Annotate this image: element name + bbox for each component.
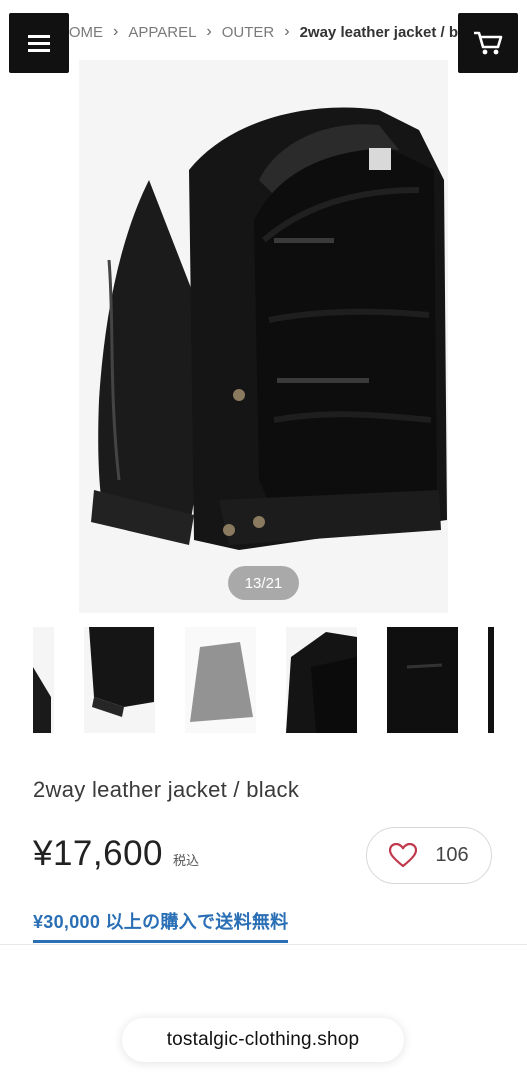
thumbnail[interactable]	[488, 627, 494, 733]
thumbnail[interactable]	[185, 627, 256, 733]
shopping-cart-icon	[474, 31, 503, 55]
chevron-right-icon: ›	[206, 23, 212, 40]
price-row: ¥17,600 税込	[33, 834, 199, 874]
divider	[0, 944, 527, 945]
browser-url-bar[interactable]: tostalgic-clothing.shop	[122, 1018, 404, 1062]
like-button[interactable]: 106	[366, 827, 492, 884]
thumbnail-image	[84, 627, 155, 733]
heart-icon	[389, 843, 418, 868]
breadcrumb-apparel[interactable]: APPAREL	[128, 24, 196, 41]
product-title: 2way leather jacket / black	[33, 777, 300, 802]
breadcrumb: HOME › APPAREL › OUTER › 2way leather ja…	[0, 14, 527, 50]
like-count: 106	[435, 844, 469, 866]
product-main-image[interactable]	[79, 60, 448, 613]
free-shipping-link[interactable]: ¥30,000 以上の購入で送料無料	[33, 908, 289, 943]
menu-button[interactable]	[9, 13, 69, 73]
tax-label: 税込	[173, 853, 200, 868]
thumbnail-strip	[0, 627, 527, 733]
thumbnail[interactable]	[33, 627, 54, 733]
thumbnail[interactable]	[84, 627, 155, 733]
thumbnail-image	[488, 627, 494, 733]
thumbnail-image	[387, 627, 458, 733]
thumbnail[interactable]	[286, 627, 357, 733]
thumbnail-image	[33, 627, 54, 733]
product-price: ¥17,600	[33, 834, 164, 873]
thumbnail-image	[185, 627, 256, 733]
thumbnail[interactable]	[387, 627, 458, 733]
thumbnail-image	[286, 627, 357, 733]
image-counter: 13/21	[228, 566, 299, 600]
breadcrumb-outer[interactable]: OUTER	[222, 24, 275, 41]
hamburger-menu-icon	[28, 35, 50, 52]
jacket-photo	[79, 60, 448, 613]
chevron-right-icon: ›	[113, 23, 119, 40]
chevron-right-icon: ›	[284, 23, 290, 40]
cart-button[interactable]	[458, 13, 518, 73]
